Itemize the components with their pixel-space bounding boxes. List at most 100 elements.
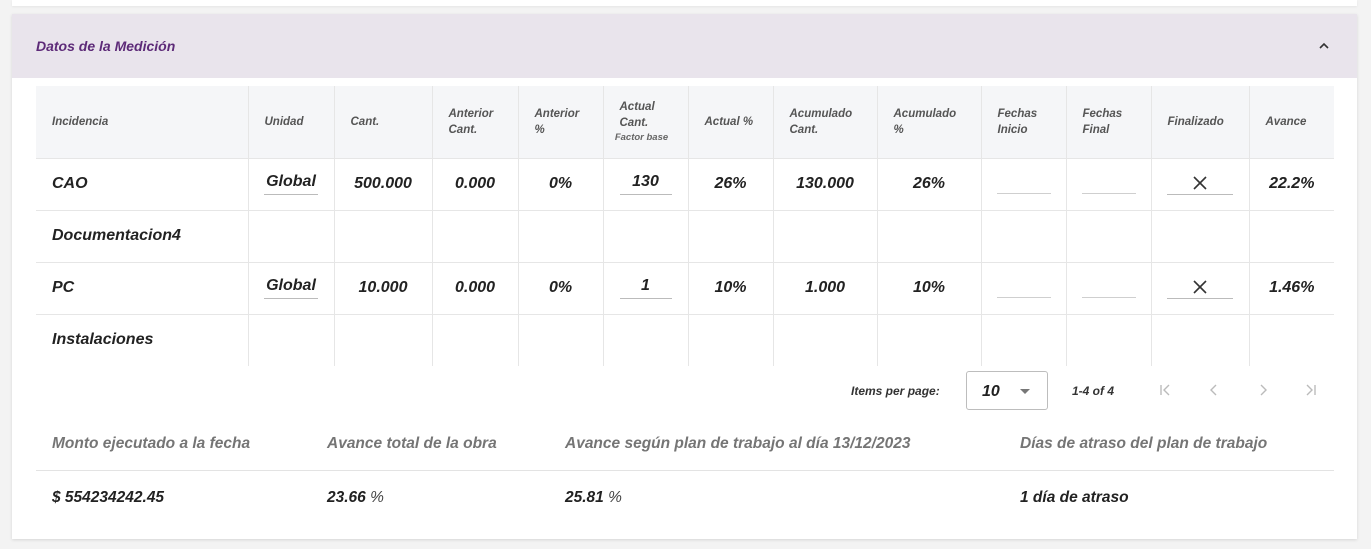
header-fechas-final-label: Fechas Final [1082,107,1123,136]
header-factor-base: Factor base [614,132,669,144]
cell-empty [1248,314,1334,366]
caret-down-icon [1020,389,1030,394]
cell-empty [980,210,1066,263]
table-header-row: Incidencia Unidad Cant. Anterior Cant. A… [36,86,1334,159]
items-per-page-label: Items per page: [851,384,940,398]
summary-avance-total-label: Avance total de la obra [327,435,497,452]
medicion-table: Incidencia Unidad Cant. Anterior Cant. A… [36,86,1334,366]
cell-actual-pct: 26% [687,158,773,211]
cell-anterior-pct: 0% [517,262,603,315]
cell-anterior-cant: 0.000 [431,262,518,315]
cell-empty [1065,210,1151,263]
avance-total-number: 23.66 [327,489,366,506]
cell-empty [1150,314,1249,366]
cell-finalizado[interactable] [1150,262,1249,315]
header-acumulado-cant[interactable]: Acumulado Cant. [772,86,877,159]
header-actual-pct[interactable]: Actual % [687,86,773,159]
cell-incidencia: Documentacion4 [36,210,248,263]
close-icon [1193,280,1207,294]
cell-empty [1248,210,1334,263]
header-cant[interactable]: Cant. [333,86,432,159]
close-icon [1193,176,1207,190]
header-fechas-final[interactable]: Fechas Final [1065,86,1151,159]
header-acumulado-pct[interactable]: Acumulado % [876,86,981,159]
cell-fecha-inicio[interactable] [980,158,1066,211]
cell-actual-cant[interactable]: 1 [602,262,688,315]
finalizado-select[interactable] [1167,173,1233,195]
chevron-up-icon[interactable] [1317,39,1331,53]
cell-incidencia: CAO [36,158,248,211]
header-anterior-pct[interactable]: Anterior % [517,86,603,159]
cell-unidad[interactable]: Global [247,158,334,211]
cell-cant: 10.000 [333,262,432,315]
cell-empty [876,210,981,263]
cell-acumulado-cant: 1.000 [772,262,877,315]
header-unidad[interactable]: Unidad [247,86,334,159]
unidad-select[interactable]: Global [264,173,318,195]
cell-empty [602,210,688,263]
cell-fecha-inicio[interactable] [980,262,1066,315]
cell-empty [333,314,432,366]
page-size-select[interactable]: 10 [966,371,1048,410]
chevron-right-icon[interactable] [1255,382,1271,398]
chevron-left-icon[interactable] [1206,382,1222,398]
header-avance[interactable]: Avance [1248,86,1334,159]
cell-empty [517,314,603,366]
unidad-select[interactable]: Global [264,277,318,299]
cell-acumulado-pct: 10% [876,262,981,315]
cell-unidad[interactable]: Global [247,262,334,315]
summary-divider [36,470,1334,471]
header-acumulado-cant-label: Acumulado Cant. [789,107,853,136]
header-anterior-cant-label: Anterior Cant. [448,107,494,136]
cell-empty [876,314,981,366]
header-anterior-cant[interactable]: Anterior Cant. [431,86,518,159]
panel-header[interactable]: Datos de la Medición [12,14,1357,78]
fecha-final-input[interactable] [1081,174,1136,194]
cell-empty [1150,210,1249,263]
summary-atraso-label: Días de atraso del plan de trabajo [1020,435,1268,452]
avance-plan-unit: % [603,489,622,506]
actual-cant-input[interactable]: 1 [619,277,672,299]
avance-plan-number: 25.81 [565,489,604,506]
cell-empty [431,314,518,366]
cell-incidencia: PC [36,262,248,315]
cell-empty [772,314,877,366]
cell-avance: 22.2% [1248,158,1334,211]
header-acumulado-pct-label: Acumulado % [893,107,957,136]
summary-avance-plan-value: 25.81 % [565,489,622,507]
cell-anterior-pct: 0% [517,158,603,211]
header-anterior-pct-label: Anterior % [534,107,580,136]
cell-empty [1065,314,1151,366]
cell-fecha-final[interactable] [1065,158,1151,211]
summary-atraso-value: 1 día de atraso [1020,489,1129,506]
cell-actual-pct: 10% [687,262,773,315]
first-page-icon[interactable] [1158,382,1174,398]
fecha-inicio-input[interactable] [996,278,1051,298]
header-finalizado[interactable]: Finalizado [1150,86,1249,159]
cell-empty [247,314,334,366]
finalizado-select[interactable] [1167,277,1233,299]
cell-fecha-final[interactable] [1065,262,1151,315]
panel-title: Datos de la Medición [36,38,176,54]
header-fechas-inicio[interactable]: Fechas Inicio [980,86,1066,159]
cell-avance: 1.46% [1248,262,1334,315]
cell-cant: 500.000 [333,158,432,211]
summary-avance-total-value: 23.66 % [327,489,384,507]
cell-empty [333,210,432,263]
fecha-final-input[interactable] [1081,278,1136,298]
page-size-value: 10 [982,383,1000,400]
header-actual-cant[interactable]: Actual Cant. Factor base [602,86,688,159]
cell-finalizado[interactable] [1150,158,1249,211]
table-row: Instalaciones [36,314,1334,366]
summary-monto-label: Monto ejecutado a la fecha [52,435,251,452]
cell-anterior-cant: 0.000 [431,158,518,211]
cell-actual-cant[interactable]: 130 [602,158,688,211]
previous-panel-edge [12,0,1357,6]
last-page-icon[interactable] [1302,382,1318,398]
header-incidencia[interactable]: Incidencia [36,86,248,159]
header-fechas-inicio-label: Fechas Inicio [997,107,1038,136]
actual-cant-input[interactable]: 130 [619,173,672,195]
fecha-inicio-input[interactable] [996,174,1051,194]
cell-acumulado-pct: 26% [876,158,981,211]
cell-incidencia: Instalaciones [52,331,154,349]
